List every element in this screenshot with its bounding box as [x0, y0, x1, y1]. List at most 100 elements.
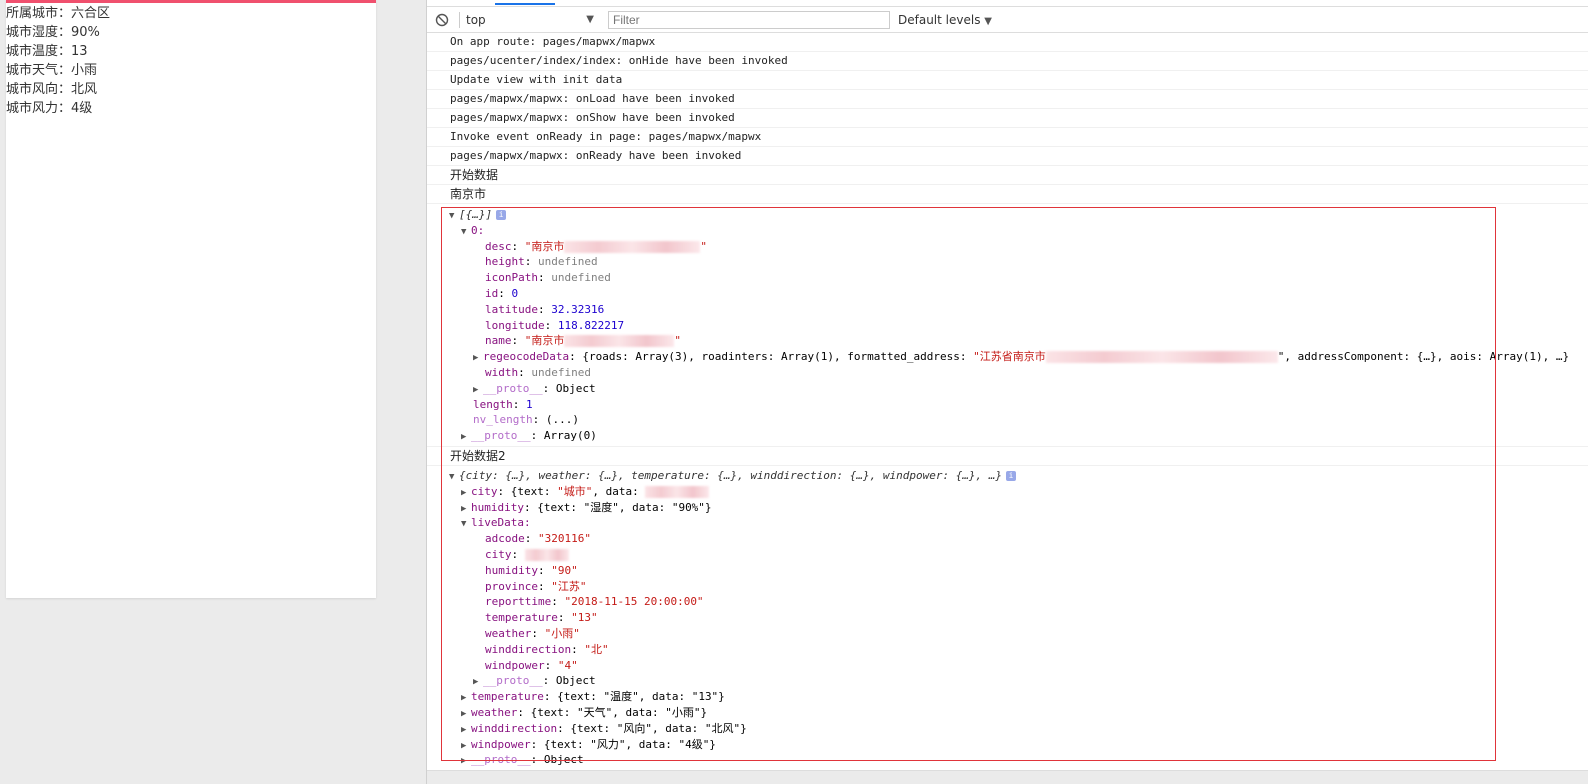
console-message: Invoke event onReady in page: pages/mapw…: [427, 128, 1588, 147]
array-summary: [{…}]: [459, 208, 493, 221]
tree-key: longitude: [485, 318, 545, 332]
tree-row[interactable]: ▼ liveData:: [427, 515, 1588, 531]
levels-dropdown[interactable]: Default levels ▼: [898, 13, 992, 27]
tree-row: length: 1: [473, 397, 533, 411]
tree-key: length: [473, 397, 513, 411]
console-messages: On app route: pages/mapwx/mapwx pages/uc…: [427, 33, 1588, 768]
tree-row[interactable]: ▶ winddirection: {text: "风向", data: "北风"}: [427, 721, 1588, 737]
console-message: pages/ucenter/index/index: onHide have b…: [427, 52, 1588, 71]
console-toolbar: top ▼ Default levels ▼: [427, 7, 1588, 33]
tree-value: undefined: [531, 365, 591, 379]
context-selector-value: top: [466, 12, 486, 27]
tree-value: "南京市: [524, 239, 565, 253]
clear-console-icon[interactable]: [435, 13, 449, 27]
tree-key: windpower: [471, 737, 531, 751]
tree-row: name: "南京市 ": [485, 334, 681, 348]
weather-condition-line: 城市天气：小雨: [6, 63, 98, 78]
tree-row[interactable]: ▼ {city: {…}, weather: {…}, temperature: …: [427, 468, 1588, 484]
tree-key: height: [485, 255, 525, 269]
tree-value: {text:: [510, 484, 558, 498]
tree-row[interactable]: ▶ windpower: {text: "风力", data: "4级"}: [427, 737, 1588, 753]
tree-key: weather: [471, 705, 518, 719]
object-tree-markers: ▼ [{…}] i ▼ 0: desc: "南京市 " height: undefine…: [427, 204, 1588, 447]
tree-value: {text: "风向", data: "北风"}: [570, 721, 747, 735]
tree-row[interactable]: nv_length: (...): [427, 412, 1588, 428]
tree-value: 1: [526, 397, 533, 411]
tree-value: "320116": [538, 532, 591, 546]
weather-wind-direction-line: 城市风向：北风: [6, 82, 98, 97]
tree-value: Object: [555, 674, 596, 688]
tree-value: {text: "天气", data: "小雨"}: [530, 705, 708, 719]
tree-row[interactable]: ▶ regeocodeData: {roads: Array(3), roadin…: [427, 349, 1588, 365]
weather-city-line: 所属城市：六合区: [6, 6, 111, 21]
tree-row: iconPath: undefined: [485, 271, 611, 285]
tree-value: 118.822217: [557, 318, 625, 332]
tree-row[interactable]: ▶ humidity: {text: "湿度", data: "90%"}: [427, 500, 1588, 516]
expand-arrow-icon[interactable]: ▶: [461, 754, 471, 770]
tree-row: id: 0: [485, 286, 519, 300]
tree-value: ", addressComponent: {…}, aois: Array(1)…: [1277, 350, 1570, 364]
tree-row: windpower: "4": [485, 658, 578, 672]
simulator-screen: 所属城市：六合区 城市湿度：90% 城市温度：13 城市天气：小雨 城市风向：北…: [6, 0, 376, 598]
filter-input[interactable]: [608, 10, 890, 29]
weather-info-list: 所属城市：六合区 城市湿度：90% 城市温度：13 城市天气：小雨 城市风向：北…: [6, 3, 376, 118]
redacted-text: [564, 335, 675, 348]
tree-row[interactable]: ▼ 0:: [427, 223, 1588, 239]
tree-key: adcode: [485, 532, 525, 546]
tree-row[interactable]: ▶ __proto__: Array(0): [427, 428, 1588, 444]
console-message: pages/mapwx/mapwx: onReady have been inv…: [427, 147, 1588, 166]
redacted-text: [564, 240, 701, 253]
context-selector[interactable]: top ▼: [466, 10, 594, 30]
info-icon: i: [1006, 470, 1017, 481]
tree-row: adcode: "320116": [485, 532, 591, 546]
dropdown-arrow-icon: ▼: [586, 14, 594, 25]
tree-row[interactable]: ▶ temperature: {text: "温度", data: "13"}: [427, 689, 1588, 705]
panel-tab-strip: [427, 0, 1588, 7]
tree-key: __proto__: [471, 753, 531, 767]
tree-key: windpower: [485, 658, 545, 672]
tree-key: iconPath: [485, 271, 538, 285]
tree-key: nv_length: [473, 413, 533, 427]
tree-row[interactable]: ▶ __proto__: Object: [427, 381, 1588, 397]
tree-row: reporttime: "2018-11-15 20:00:00": [485, 595, 704, 609]
console-message: pages/mapwx/mapwx: onLoad have been invo…: [427, 90, 1588, 109]
tree-value: "小雨": [544, 626, 580, 640]
console-message: On app route: pages/mapwx/mapwx: [427, 33, 1588, 52]
tree-key: liveData:: [471, 516, 531, 530]
console-bottom-border: [427, 770, 1588, 771]
tree-key: latitude: [485, 302, 538, 316]
tree-value[interactable]: (...): [546, 413, 579, 426]
tree-key: province: [485, 579, 538, 593]
dropdown-arrow-icon: ▼: [984, 15, 992, 27]
tree-key: id: [485, 286, 499, 300]
object-tree-weather: ▼ {city: {…}, weather: {…}, temperature: …: [427, 466, 1588, 768]
tree-row: longitude: 118.822217: [485, 318, 625, 332]
console-message: 南京市: [427, 185, 1588, 204]
tree-row[interactable]: ▶ weather: {text: "天气", data: "小雨"}: [427, 705, 1588, 721]
tree-row[interactable]: ▼ [{…}] i: [427, 207, 1588, 223]
console-message: Update view with init data: [427, 71, 1588, 90]
tree-value: "江苏": [551, 579, 587, 593]
tree-value: Object: [555, 381, 596, 395]
console-message: pages/mapwx/mapwx: onShow have been invo…: [427, 109, 1588, 128]
tree-row: city:: [427, 547, 1588, 563]
levels-label: Default levels: [898, 12, 981, 27]
tree-key: temperature: [471, 690, 544, 704]
tree-row[interactable]: ▶ __proto__: Object: [427, 752, 1588, 768]
expand-arrow-icon[interactable]: ▶: [461, 430, 471, 446]
tree-value: "90": [551, 563, 578, 577]
console-message: 开始数据: [427, 166, 1588, 185]
weather-wind-power-line: 城市风力：4级: [6, 101, 93, 116]
tree-value: "南京市: [524, 334, 565, 348]
weather-temperature-line: 城市温度：13: [6, 44, 88, 59]
tree-value: "江苏省南京市: [973, 350, 1046, 364]
tree-row[interactable]: ▶ __proto__: Object: [427, 673, 1588, 689]
tree-row[interactable]: ▶ city: {text: "城市", data:: [427, 484, 1588, 500]
tree-value: {roads: Array(3), roadinters: Array(1), …: [582, 350, 974, 364]
tree-value: undefined: [551, 271, 611, 285]
tree-key: humidity: [471, 500, 524, 514]
tree-key: __proto__: [483, 381, 543, 395]
console-panel: top ▼ Default levels ▼ On app route: pag…: [427, 0, 1588, 770]
tree-key: temperature: [485, 611, 558, 625]
tree-row: weather: "小雨": [485, 626, 580, 640]
